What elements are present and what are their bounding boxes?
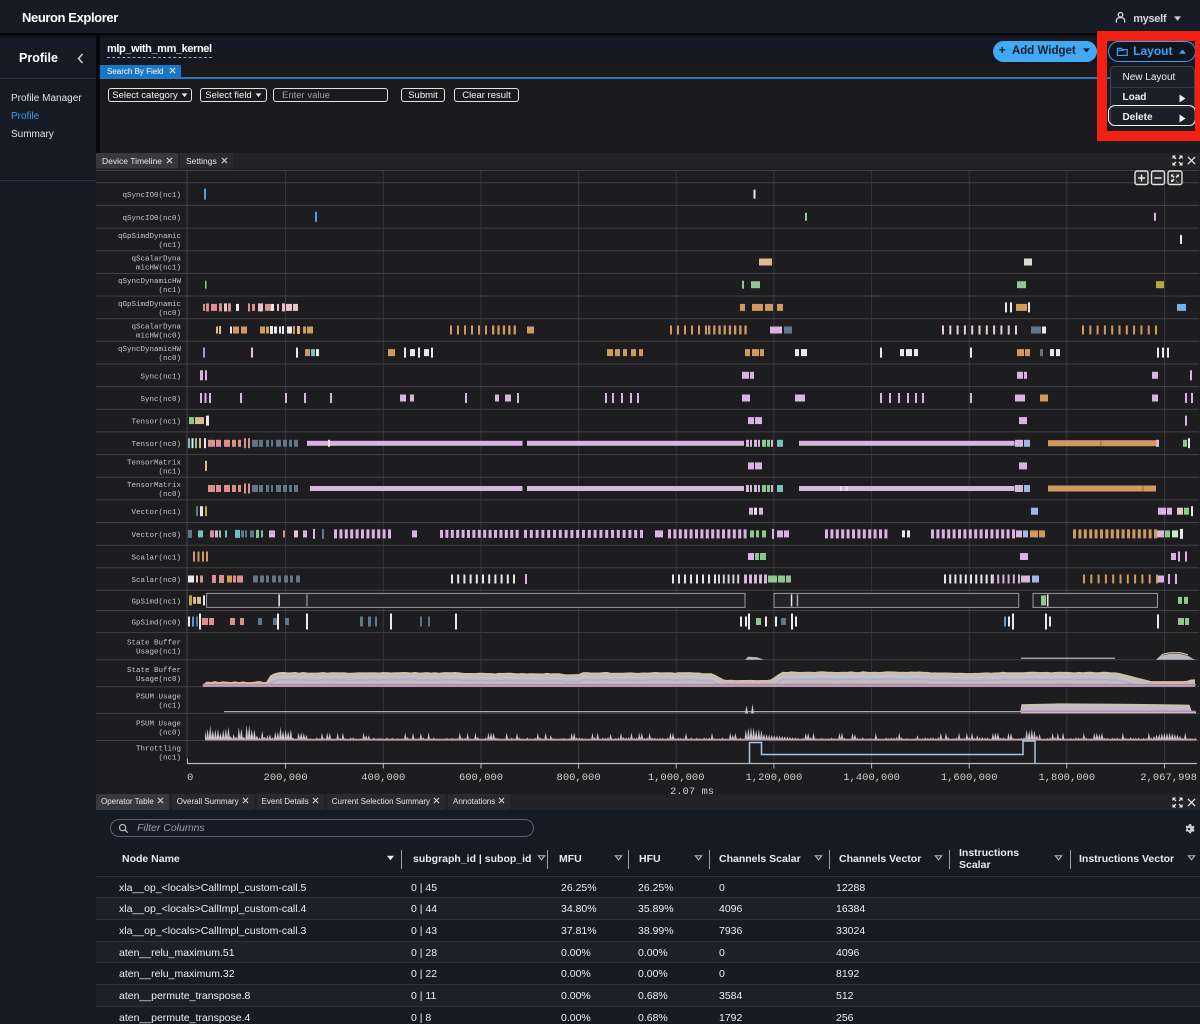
svg-text:TensorMatrix: TensorMatrix xyxy=(127,459,182,467)
svg-text:(nc1): (nc1) xyxy=(158,468,181,476)
svg-text:Usage(nc1): Usage(nc1) xyxy=(136,649,181,657)
svg-text:800,000: 800,000 xyxy=(557,772,601,784)
svg-text:(nc1): (nc1) xyxy=(158,287,181,295)
svg-text:2,067,998: 2,067,998 xyxy=(1140,772,1197,784)
svg-text:TensorMatrix: TensorMatrix xyxy=(127,482,182,490)
svg-text:600,000: 600,000 xyxy=(459,772,503,784)
svg-text:(nc1): (nc1) xyxy=(158,703,181,711)
svg-text:1,800,000: 1,800,000 xyxy=(1038,772,1095,784)
svg-text:Scalar(nc1): Scalar(nc1) xyxy=(131,555,181,563)
svg-text:(nc0): (nc0) xyxy=(158,310,181,318)
svg-text:Tensor(nc0): Tensor(nc0) xyxy=(131,441,181,449)
svg-text:1,600,000: 1,600,000 xyxy=(941,772,998,784)
svg-text:micHW(nc1): micHW(nc1) xyxy=(136,265,181,273)
svg-text:State Buffer: State Buffer xyxy=(127,667,181,675)
svg-text:qGpSimdDynamic: qGpSimdDynamic xyxy=(118,233,181,241)
svg-text:Scalar(nc0): Scalar(nc0) xyxy=(131,577,181,585)
svg-text:(nc1): (nc1) xyxy=(158,242,181,250)
svg-text:PSUM Usage: PSUM Usage xyxy=(136,694,181,702)
svg-text:qScalarDyna: qScalarDyna xyxy=(131,324,181,332)
svg-text:qScalarDyna: qScalarDyna xyxy=(131,256,181,264)
svg-text:State Buffer: State Buffer xyxy=(127,640,181,648)
svg-text:micHW(nc0): micHW(nc0) xyxy=(136,333,181,341)
svg-text:(nc0): (nc0) xyxy=(158,730,181,738)
svg-text:1,200,000: 1,200,000 xyxy=(746,772,803,784)
svg-text:Vector(nc0): Vector(nc0) xyxy=(131,532,181,540)
svg-text:Usage(nc0): Usage(nc0) xyxy=(136,676,181,684)
svg-text:Sync(nc0): Sync(nc0) xyxy=(140,396,181,404)
svg-text:Tensor(nc1): Tensor(nc1) xyxy=(131,419,181,427)
svg-text:1,400,000: 1,400,000 xyxy=(843,772,900,784)
svg-text:qSyncIO0(nc1): qSyncIO0(nc1) xyxy=(122,192,181,200)
svg-text:400,000: 400,000 xyxy=(361,772,405,784)
svg-text:0: 0 xyxy=(187,772,193,784)
svg-text:PSUM Usage: PSUM Usage xyxy=(136,721,181,729)
svg-text:GpSimd(nc1): GpSimd(nc1) xyxy=(131,598,181,606)
svg-text:(nc0): (nc0) xyxy=(158,355,181,363)
svg-text:1,000,000: 1,000,000 xyxy=(648,772,705,784)
svg-text:qGpSimdDynamic: qGpSimdDynamic xyxy=(118,301,181,309)
svg-text:qSyncIO0(nc0): qSyncIO0(nc0) xyxy=(122,215,181,223)
svg-text:qSyncDynamicHW: qSyncDynamicHW xyxy=(118,346,182,354)
svg-text:Vector(nc1): Vector(nc1) xyxy=(131,509,181,517)
svg-text:qSyncDynamicHW: qSyncDynamicHW xyxy=(118,278,182,286)
svg-text:(nc0): (nc0) xyxy=(158,491,181,499)
svg-text:Sync(nc1): Sync(nc1) xyxy=(140,373,181,381)
svg-text:Throttling: Throttling xyxy=(136,746,181,754)
svg-text:(nc1): (nc1) xyxy=(158,755,181,763)
svg-text:GpSimd(nc0): GpSimd(nc0) xyxy=(131,620,181,628)
svg-text:200,000: 200,000 xyxy=(264,772,308,784)
